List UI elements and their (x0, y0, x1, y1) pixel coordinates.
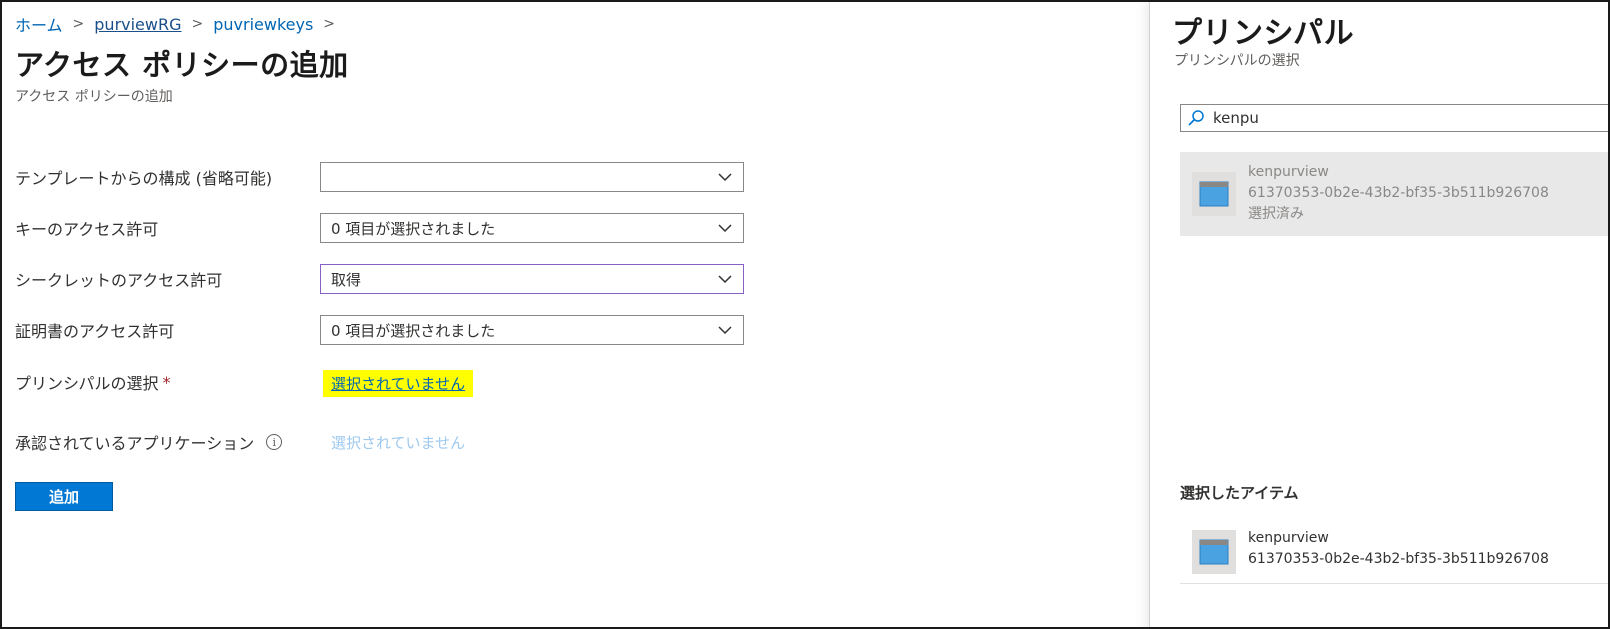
key-permissions-value: 0 項目が選択されました (331, 219, 496, 238)
chevron-down-icon (718, 275, 732, 284)
authorized-app-row: 承認されているアプリケーション i 選択されていません (15, 430, 465, 454)
principal-search-input[interactable]: kenpu (1180, 104, 1608, 132)
result-id: 61370353-0b2e-43b2-bf35-3b511b926708 (1248, 185, 1549, 201)
breadcrumb-home-link[interactable]: ホーム (15, 12, 63, 36)
key-permissions-label: キーのアクセス許可 (15, 220, 159, 239)
selected-item[interactable]: kenpurview 61370353-0b2e-43b2-bf35-3b511… (1180, 528, 1608, 584)
principal-panel-subtitle: プリンシパルの選択 (1174, 53, 1300, 69)
chevron-right-icon: > (191, 16, 204, 32)
page-subtitle: アクセス ポリシーの追加 (15, 89, 173, 105)
selected-items-heading: 選択したアイテム (1180, 484, 1299, 502)
principal-panel-title: プリンシパル (1172, 16, 1355, 51)
chevron-down-icon (718, 224, 732, 233)
principal-row: プリンシパルの選択 * 選択されていません (15, 370, 474, 397)
certificate-permissions-label: 証明書のアクセス許可 (15, 322, 175, 341)
certificate-permissions-value: 0 項目が選択されました (331, 321, 496, 340)
add-access-policy-blade: ホーム > purviewRG > puvriewkeys > アクセス ポリシ… (2, 2, 1179, 627)
chevron-down-icon (718, 173, 732, 182)
search-value: kenpu (1213, 109, 1259, 127)
certificate-permissions-row: 証明書のアクセス許可 0 項目が選択されました (15, 315, 744, 345)
certificate-permissions-dropdown[interactable]: 0 項目が選択されました (320, 315, 744, 345)
result-name: kenpurview (1248, 164, 1329, 180)
info-icon[interactable]: i (266, 434, 283, 450)
selected-item-text: kenpurview 61370353-0b2e-43b2-bf35-3b511… (1248, 528, 1549, 570)
selected-item-name: kenpurview (1248, 530, 1329, 546)
template-dropdown[interactable] (320, 162, 744, 192)
template-row: テンプレートからの構成 (省略可能) (15, 162, 744, 192)
key-permissions-dropdown[interactable]: 0 項目が選択されました (320, 213, 744, 243)
secret-permissions-value: 取得 (331, 270, 362, 289)
result-status: 選択済み (1248, 206, 1304, 222)
principal-panel: プリンシパル プリンシパルの選択 kenpu kenpurview 613703… (1149, 2, 1608, 627)
template-label: テンプレートからの構成 (省略可能) (15, 169, 273, 188)
authorized-app-label: 承認されているアプリケーション i (15, 430, 320, 454)
breadcrumb-key-vault-link[interactable]: puvriewkeys (213, 15, 313, 34)
principal-label: プリンシパルの選択 * (15, 370, 320, 394)
authorized-app-label-text: 承認されているアプリケーション (15, 434, 255, 453)
window-frame: ホーム > purviewRG > puvriewkeys > アクセス ポリシ… (0, 0, 1610, 629)
required-asterisk: * (162, 372, 171, 392)
search-icon (1188, 110, 1204, 126)
app-registration-icon (1192, 172, 1236, 216)
search-result-item[interactable]: kenpurview 61370353-0b2e-43b2-bf35-3b511… (1180, 152, 1608, 236)
selected-item-id: 61370353-0b2e-43b2-bf35-3b511b926708 (1248, 551, 1549, 567)
chevron-right-icon: > (323, 16, 336, 32)
app-registration-icon (1192, 530, 1236, 574)
secret-permissions-row: シークレットのアクセス許可 取得 (15, 264, 744, 294)
chevron-right-icon: > (72, 16, 85, 32)
principal-label-text: プリンシパルの選択 (15, 374, 159, 393)
select-principal-link[interactable]: 選択されていません (323, 370, 474, 397)
secret-permissions-label: シークレットのアクセス許可 (15, 271, 223, 290)
secret-permissions-dropdown[interactable]: 取得 (320, 264, 744, 294)
page-title: アクセス ポリシーの追加 (15, 48, 349, 82)
breadcrumb-resource-group-link[interactable]: purviewRG (94, 15, 181, 34)
chevron-down-icon (718, 326, 732, 335)
authorized-app-link: 選択されていません (331, 433, 466, 452)
add-button[interactable]: 追加 (15, 482, 113, 511)
key-permissions-row: キーのアクセス許可 0 項目が選択されました (15, 213, 744, 243)
breadcrumb: ホーム > purviewRG > puvriewkeys > (15, 12, 345, 36)
search-result-text: kenpurview 61370353-0b2e-43b2-bf35-3b511… (1248, 162, 1549, 225)
